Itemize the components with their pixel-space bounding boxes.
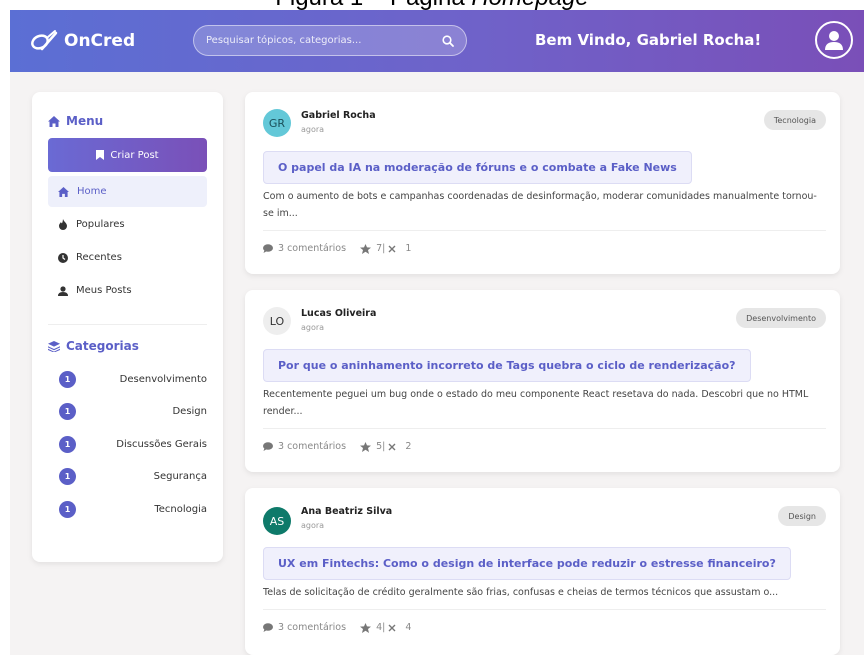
category-count-badge: 1 [59, 435, 76, 453]
search-icon[interactable] [442, 34, 454, 47]
top-navbar: OnCred Bem Vindo, Gabriel Rocha! [10, 10, 864, 72]
category-name: Segurança [153, 471, 207, 483]
star-icon[interactable] [360, 243, 372, 254]
post-author[interactable]: Lucas Oliveira [301, 308, 376, 319]
category-name: Design [172, 406, 207, 418]
category-design[interactable]: 1 Design [48, 396, 207, 429]
comment-icon [263, 244, 273, 253]
post-title[interactable]: Por que o aninhamento incorreto de Tags … [263, 349, 751, 382]
menu-title: Menu [66, 114, 104, 128]
post-tag[interactable]: Desenvolvimento [736, 308, 826, 328]
dismiss-count: 2 [405, 441, 412, 452]
post-excerpt: Com o aumento de bots e campanhas coorde… [263, 191, 817, 219]
welcome-message: Bem Vindo, Gabriel Rocha! [535, 31, 762, 49]
post-time: agora [301, 323, 325, 332]
post-card[interactable]: AS Ana Beatriz Silva agora Design UX em … [245, 488, 840, 655]
sidebar-item-home[interactable]: Home [48, 176, 207, 207]
post-footer: 3 comentários 7 | 1 [263, 243, 411, 254]
star-icon[interactable] [360, 622, 372, 633]
user-avatar-icon [825, 31, 843, 50]
brand-name: OnCred [64, 31, 136, 51]
fire-icon [59, 219, 67, 230]
category-count-badge: 1 [59, 468, 76, 486]
post-card[interactable]: GR Gabriel Rocha agora Tecnologia O pape… [245, 92, 840, 274]
sidebar-item-recentes[interactable]: Recentes [48, 242, 207, 273]
category-count-badge: 1 [59, 500, 76, 518]
bookmark-icon [96, 150, 105, 160]
avatar: AS [263, 507, 291, 535]
home-icon [48, 115, 60, 127]
post-time: agora [301, 521, 325, 530]
post-divider [263, 609, 826, 610]
post-time: agora [301, 125, 325, 134]
sidebar-item-label: Meus Posts [76, 285, 132, 296]
menu-heading: Menu [48, 114, 207, 128]
close-icon[interactable] [388, 245, 396, 253]
category-seguranca[interactable]: 1 Segurança [48, 461, 207, 494]
category-tecnologia[interactable]: 1 Tecnologia [48, 493, 207, 526]
category-name: Tecnologia [154, 503, 207, 515]
page-content: Menu Criar Post Home Populares Recentes … [10, 72, 864, 655]
post-card[interactable]: LO Lucas Oliveira agora Desenvolvimento … [245, 290, 840, 472]
search-box[interactable] [193, 25, 467, 56]
avatar: GR [263, 109, 291, 137]
post-tag[interactable]: Tecnologia [763, 110, 826, 130]
star-icon[interactable] [360, 441, 372, 452]
categories-heading: Categorias [48, 339, 207, 353]
category-name: Discussões Gerais [116, 438, 207, 450]
figure-caption: Figura 1 – Página Homepage [0, 0, 864, 10]
sidebar-item-meus-posts[interactable]: Meus Posts [48, 275, 207, 306]
post-footer: 3 comentários 4 | 4 [263, 622, 411, 633]
sidebar-item-populares[interactable]: Populares [48, 209, 207, 240]
post-divider [263, 428, 826, 429]
category-desenvolvimento[interactable]: 1 Desenvolvimento [48, 363, 207, 396]
sidebar-item-label: Recentes [76, 252, 122, 263]
close-icon[interactable] [388, 624, 396, 632]
post-excerpt: Recentemente peguei um bug onde o estado… [263, 389, 809, 417]
brand-logo[interactable]: OnCred [30, 29, 135, 53]
category-count-badge: 1 [59, 403, 76, 421]
post-author[interactable]: Gabriel Rocha [301, 110, 376, 121]
layers-icon [48, 340, 60, 352]
post-divider [263, 230, 826, 231]
category-discussoes-gerais[interactable]: 1 Discussões Gerais [48, 428, 207, 461]
comment-icon [263, 623, 273, 632]
post-excerpt: Telas de solicitação de crédito geralmen… [263, 587, 779, 598]
post-tag[interactable]: Design [778, 506, 826, 526]
clock-icon [58, 252, 68, 263]
home-icon [58, 186, 69, 197]
sidebar: Menu Criar Post Home Populares Recentes … [32, 92, 223, 562]
sidebar-item-label: Home [77, 186, 107, 197]
sidebar-divider [48, 324, 207, 325]
user-avatar-button[interactable] [815, 21, 853, 59]
close-icon[interactable] [388, 443, 396, 451]
create-post-label: Criar Post [110, 149, 159, 161]
post-author[interactable]: Ana Beatriz Silva [301, 506, 392, 517]
comment-icon [263, 442, 273, 451]
categories-title: Categorias [66, 339, 139, 353]
sidebar-item-label: Populares [76, 219, 125, 230]
comment-count[interactable]: 3 comentários [278, 243, 346, 254]
user-icon [58, 285, 68, 296]
dismiss-count: 1 [405, 243, 412, 254]
post-title[interactable]: UX em Fintechs: Como o design de interfa… [263, 547, 791, 580]
category-name: Desenvolvimento [119, 373, 207, 385]
create-post-button[interactable]: Criar Post [48, 138, 207, 172]
dismiss-count: 4 [405, 622, 412, 633]
comment-count[interactable]: 3 comentários [278, 622, 346, 633]
logo-icon [31, 30, 58, 51]
comment-count[interactable]: 3 comentários [278, 441, 346, 452]
category-count-badge: 1 [59, 370, 76, 388]
search-input[interactable] [206, 35, 442, 46]
post-footer: 3 comentários 5 | 2 [263, 441, 411, 452]
post-title[interactable]: O papel da IA na moderação de fóruns e o… [263, 151, 692, 184]
avatar: LO [263, 307, 291, 335]
